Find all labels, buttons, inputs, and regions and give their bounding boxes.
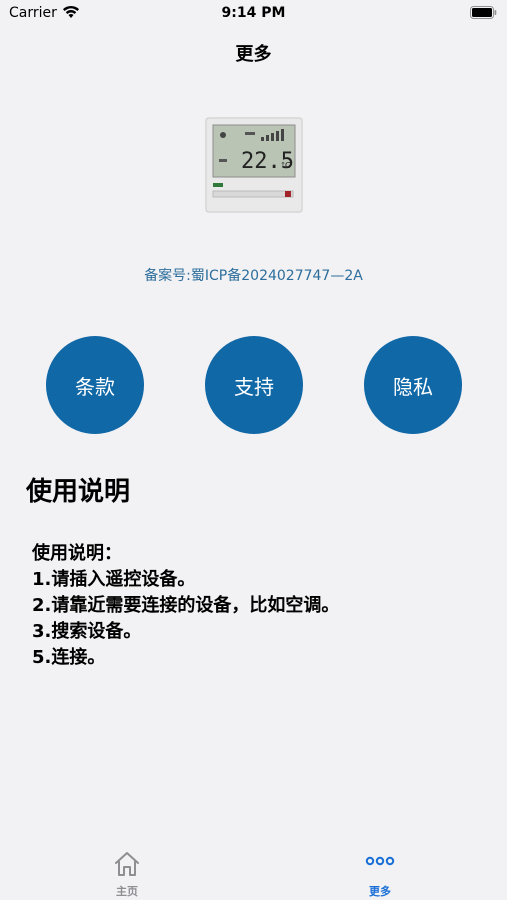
tab-more[interactable]: 更多 [320,844,440,900]
tab-bar: 主页 更多 [0,844,507,900]
instructions-text: 使用说明： 1.请插入遥控设备。 2.请靠近需要连接的设备，比如空调。 3.搜索… [32,541,339,671]
tab-home-label: 主页 [116,885,138,898]
page-title: 更多 [235,44,272,65]
more-icon [365,856,395,866]
home-icon [115,852,139,876]
status-time: 9:14 PM [221,5,286,21]
thermostat-unit: °C [281,161,291,170]
thermostat-panel-icon: 22.5 °C [205,117,303,213]
tab-home[interactable]: 主页 [67,844,187,900]
tab-more-label: 更多 [369,885,391,898]
instruction-line: 使用说明： [32,543,122,564]
icp-record-link[interactable]: 备案号:蜀ICP备2024027747—2A [0,265,507,285]
instruction-line: 2.请靠近需要连接的设备，比如空调。 [32,595,340,616]
battery-icon [470,6,497,19]
terms-button[interactable]: 条款 [46,336,144,434]
privacy-button[interactable]: 隐私 [364,336,462,434]
instruction-line: 5.连接。 [32,647,106,668]
status-bar: Carrier 9:14 PM [0,0,507,28]
support-button[interactable]: 支持 [205,336,303,434]
instruction-line: 3.搜索设备。 [32,621,142,642]
more-screen: Carrier 9:14 PM 更多 22.5 °C 备案号:蜀ICP备2024… [0,0,507,900]
instructions-title: 使用说明 [26,477,131,507]
instruction-line: 1.请插入遥控设备。 [32,569,196,590]
